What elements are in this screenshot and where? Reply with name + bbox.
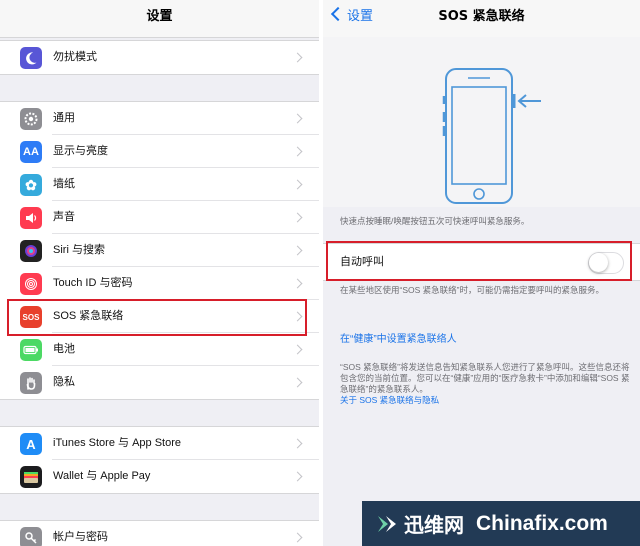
hand-icon: [20, 372, 42, 394]
chevron-right-icon: [292, 52, 303, 63]
fingerprint-icon: [20, 273, 42, 295]
settings-group-stores: A iTunes Store 与 App Store Wallet 与 Appl…: [0, 426, 319, 494]
chevron-right-icon: [292, 532, 303, 543]
chevron-right-icon: [292, 179, 303, 190]
settings-item-label: iTunes Store 与 App Store: [53, 437, 181, 449]
settings-item-siri[interactable]: Siri 与搜索: [0, 234, 319, 267]
chevron-right-icon: [292, 113, 303, 124]
settings-panel: 设置 勿扰模式 通用 AA 显示与亮度 ✿ 墙纸 声音 Siri 与搜索 Tou…: [0, 0, 319, 546]
settings-item-wallet[interactable]: Wallet 与 Apple Pay: [0, 460, 319, 493]
settings-item-privacy[interactable]: 隐私: [0, 366, 319, 399]
settings-item-label: 声音: [53, 211, 75, 223]
phone-illustration: [323, 37, 640, 207]
settings-item-label: 隐私: [53, 376, 75, 388]
phone-side-button-icon: [442, 68, 541, 204]
settings-item-sounds[interactable]: 声音: [0, 201, 319, 234]
battery-icon: [20, 339, 42, 361]
settings-group-general: 通用 AA 显示与亮度 ✿ 墙纸 声音 Siri 与搜索 Touch ID 与密…: [0, 101, 319, 400]
sos-highlight-box: [7, 299, 307, 336]
aa-icon: AA: [20, 141, 42, 163]
chevron-right-icon: [292, 377, 303, 388]
auto-call-highlight-box: [326, 241, 632, 281]
settings-item-display[interactable]: AA 显示与亮度: [0, 135, 319, 168]
wallet-icon: [20, 466, 42, 488]
settings-item-label: 显示与亮度: [53, 145, 108, 157]
settings-group-focus: 勿扰模式: [0, 40, 319, 75]
settings-item-label: Wallet 与 Apple Pay: [53, 470, 151, 482]
chinafix-logo-icon: [378, 515, 396, 532]
chevron-right-icon: [292, 212, 303, 223]
settings-item-label: 勿扰模式: [53, 51, 97, 63]
settings-item-label: 帐户与密码: [53, 531, 108, 543]
settings-navbar: 设置: [0, 0, 319, 38]
watermark-cn: 迅维网: [404, 513, 464, 537]
settings-item-general[interactable]: 通用: [0, 102, 319, 135]
chevron-right-icon: [292, 245, 303, 256]
speaker-icon: [20, 207, 42, 229]
chevron-right-icon: [292, 146, 303, 157]
health-link-row: 在“健康”中设置紧急联络人: [323, 327, 640, 352]
auto-call-note: 在某些地区使用“SOS 紧急联络”时，可能仍需指定要呼叫的紧急服务。: [340, 285, 604, 295]
chevron-right-icon: [292, 438, 303, 449]
appstore-icon: A: [20, 433, 42, 455]
key-icon: [20, 527, 42, 546]
privacy-link[interactable]: 关于 SOS 紧急联络与隐私: [340, 395, 630, 406]
settings-group-accounts: 帐户与密码: [0, 520, 319, 546]
chevron-right-icon: [292, 344, 303, 355]
settings-item-label: 墙纸: [53, 178, 75, 190]
settings-item-label: 电池: [53, 343, 75, 355]
settings-item-label: Siri 与搜索: [53, 244, 105, 256]
chevron-right-icon: [292, 278, 303, 289]
settings-item-battery[interactable]: 电池: [0, 333, 319, 366]
gear-icon: [20, 108, 42, 130]
settings-item-appstore[interactable]: A iTunes Store 与 App Store: [0, 427, 319, 460]
settings-item-touchid[interactable]: Touch ID 与密码: [0, 267, 319, 300]
siri-icon: [20, 240, 42, 262]
health-link[interactable]: 在“健康”中设置紧急联络人: [340, 327, 457, 352]
settings-item-accounts[interactable]: 帐户与密码: [0, 521, 319, 546]
settings-item-label: Touch ID 与密码: [53, 277, 133, 289]
watermark-en: Chinafix.com: [476, 511, 608, 535]
sos-footer-note: “SOS 紧急联络”将发送信息告知紧急联系人您进行了紧急呼叫。这些信息还将包含您…: [340, 362, 630, 394]
page-title: 设置: [146, 9, 173, 24]
sos-panel: 设置 SOS 紧急联络 快速点按睡眠/唤醒按钮五次可快速呼叫紧急服务。 自动呼叫…: [323, 0, 640, 546]
moon-icon: [20, 47, 42, 69]
page-title: SOS 紧急联络: [438, 9, 525, 24]
settings-item-wallpaper[interactable]: ✿ 墙纸: [0, 168, 319, 201]
settings-item-dnd[interactable]: 勿扰模式: [0, 41, 319, 74]
watermark: 迅维网 Chinafix.com: [362, 501, 640, 546]
flower-icon: ✿: [20, 174, 42, 196]
quick-call-note: 快速点按睡眠/唤醒按钮五次可快速呼叫紧急服务。: [340, 216, 530, 226]
chevron-right-icon: [292, 471, 303, 482]
settings-item-label: 通用: [53, 112, 75, 124]
sos-navbar: 设置 SOS 紧急联络: [323, 0, 640, 38]
